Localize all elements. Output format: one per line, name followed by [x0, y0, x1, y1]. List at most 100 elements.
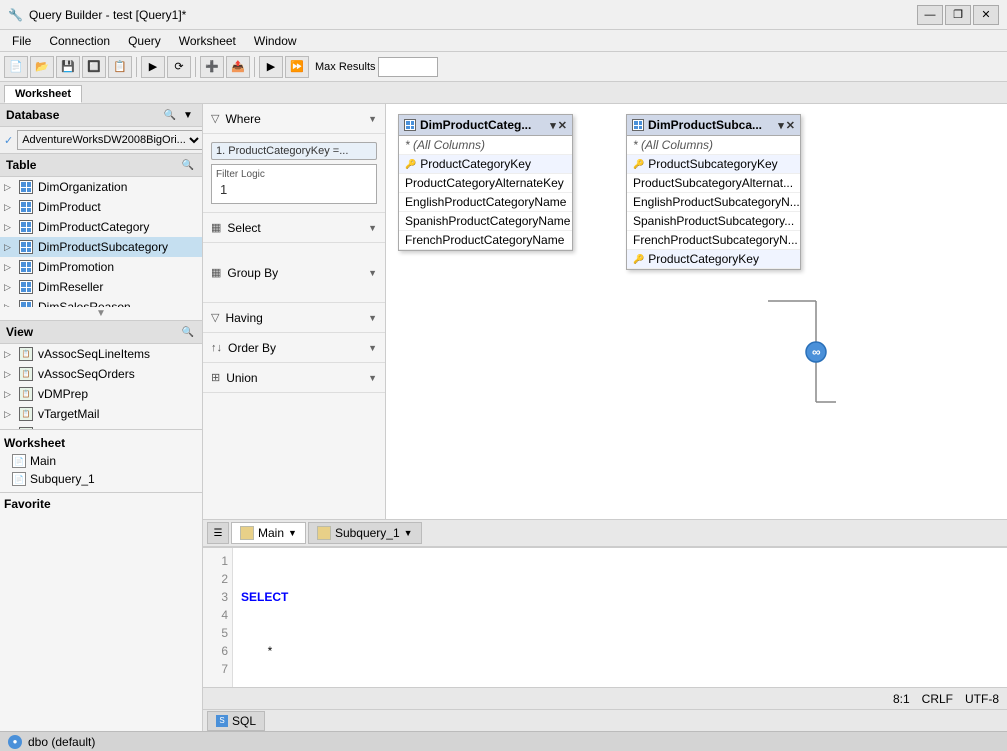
table-title-dimproductcategory: DimProductCateg...: [420, 118, 531, 132]
menu-connection[interactable]: Connection: [41, 32, 118, 50]
groupby-dropdown-icon[interactable]: ▼: [368, 268, 377, 278]
worksheet-item-subquery1[interactable]: 📄 Subquery_1: [4, 470, 198, 488]
toolbar-add-table[interactable]: ➕: [200, 56, 224, 78]
tab-worksheet[interactable]: Worksheet: [4, 85, 82, 103]
menu-window[interactable]: Window: [246, 32, 305, 50]
sql-text-area[interactable]: SELECT * FROM [AdventureWorksDW2008BigOr…: [233, 548, 1007, 687]
t1-frenchname[interactable]: FrenchProductCategoryName: [399, 231, 572, 250]
main-layout: Database 🔍 ▼ ✓ AdventureWorksDW2008BigOr…: [0, 104, 1007, 731]
view-item-vassocseqorders[interactable]: ▷ 📋 vAssocSeqOrders: [0, 364, 202, 384]
subquery-tab-dropdown[interactable]: ▼: [404, 528, 413, 538]
ws-name-subquery: Subquery_1: [30, 472, 95, 486]
t1-spanishname[interactable]: SpanishProductCategoryName: [399, 212, 572, 231]
select-dropdown-icon[interactable]: ▼: [368, 223, 377, 233]
t2-productsubcategorykey[interactable]: 🔑 ProductSubcategoryKey: [627, 155, 800, 174]
toolbar-exec[interactable]: ▶: [259, 56, 283, 78]
toolbar-new[interactable]: 📄: [4, 56, 28, 78]
table-header-dimproductcategory: DimProductCateg... ▾ ✕: [399, 115, 572, 136]
db-expand-icon[interactable]: ▼: [180, 107, 196, 123]
worksheet-header: Worksheet: [4, 434, 198, 452]
cursor-position: 8:1: [893, 692, 910, 706]
titlebar: 🔧 Query Builder - test [Query1]* — ❐ ✕: [0, 0, 1007, 30]
expand-arrow-v3: ▷: [4, 389, 14, 400]
view-item-vassocseqlineitems[interactable]: ▷ 📋 vAssocSeqLineItems: [0, 344, 202, 364]
toolbar-stop[interactable]: ⟳: [167, 56, 191, 78]
t1-alternatekey[interactable]: ProductCategoryAlternateKey: [399, 174, 572, 193]
table-item-dimproduct[interactable]: ▷ DimProduct: [0, 197, 202, 217]
worksheet-item-main[interactable]: 📄 Main: [4, 452, 198, 470]
toolbar: 📄 📂 💾 🔲 📋 ▶ ⟳ ➕ 📤 ▶ ⏩ Max Results: [0, 52, 1007, 82]
db-dropdown[interactable]: AdventureWorksDW2008BigOri...: [17, 130, 203, 150]
sql-footer-icon: S: [216, 715, 228, 727]
having-icon: ▽: [211, 311, 219, 324]
select-clause-item[interactable]: ▦ Select ▼: [203, 213, 385, 243]
menu-worksheet[interactable]: Worksheet: [171, 32, 244, 50]
table-item-dimproductsubcategory[interactable]: ▷ DimProductSubcategory: [0, 237, 202, 257]
max-results-input[interactable]: [378, 57, 438, 77]
restore-button[interactable]: ❐: [945, 5, 971, 25]
union-clause-item[interactable]: ⊞ Union ▼: [203, 363, 385, 393]
t1-englishname[interactable]: EnglishProductCategoryName: [399, 193, 572, 212]
table-item-dimsalesreason[interactable]: ▷ DimSalesReason: [0, 297, 202, 307]
where-dropdown-icon[interactable]: ▼: [368, 114, 377, 124]
table-item-dimorganization[interactable]: ▷ DimOrganization: [0, 177, 202, 197]
main-tab-dropdown[interactable]: ▼: [288, 528, 297, 538]
table-item-dimreseller[interactable]: ▷ DimReseller: [0, 277, 202, 297]
toolbar-btn4[interactable]: 🔲: [82, 56, 106, 78]
toolbar-remove-table[interactable]: 📤: [226, 56, 250, 78]
expand-arrow-dimproductsubcat: ▷: [4, 242, 14, 253]
t2-alternatekey[interactable]: ProductSubcategoryAlternat...: [627, 174, 800, 193]
toolbar-exec2[interactable]: ⏩: [285, 56, 309, 78]
toolbar-run[interactable]: ▶: [141, 56, 165, 78]
view-name-v1: vAssocSeqLineItems: [38, 347, 150, 361]
toolbar-open[interactable]: 📂: [30, 56, 54, 78]
t1-productcategorykey[interactable]: 🔑 ProductCategoryKey: [399, 155, 572, 174]
scroll-down-icon[interactable]: ▼: [96, 308, 106, 319]
t2-spanishname[interactable]: SpanishProductSubcategory...: [627, 212, 800, 231]
view-search-icon[interactable]: 🔍: [180, 324, 196, 340]
orderby-dropdown-icon[interactable]: ▼: [368, 343, 377, 353]
groupby-clause-item[interactable]: ▦ Group By ▼: [203, 243, 385, 303]
menu-query[interactable]: Query: [120, 32, 169, 50]
where-clause-item[interactable]: ▽ Where ▼: [203, 104, 385, 134]
close-button[interactable]: ✕: [973, 5, 999, 25]
sql-content: 1 2 3 4 5 6 7 SELECT * FROM [AdventureWo…: [203, 548, 1007, 687]
t2-all-columns: * (All Columns): [627, 136, 800, 155]
table-collapse-t1[interactable]: ▾: [550, 119, 556, 132]
t2-frenchname[interactable]: FrenchProductSubcategoryN...: [627, 231, 800, 250]
table-name-dimreseller: DimReseller: [38, 280, 103, 294]
table-item-dimproductcategory[interactable]: ▷ DimProductCategory: [0, 217, 202, 237]
tabbar: Worksheet: [0, 82, 1007, 104]
t2-productcategorykey-fk[interactable]: 🔑 ProductCategoryKey: [627, 250, 800, 269]
having-dropdown-icon[interactable]: ▼: [368, 313, 377, 323]
union-dropdown-icon[interactable]: ▼: [368, 373, 377, 383]
having-clause-item[interactable]: ▽ Having ▼: [203, 303, 385, 333]
view-section-header: View 🔍: [0, 321, 202, 344]
db-search-icon[interactable]: 🔍: [162, 107, 178, 123]
t2-englishname[interactable]: EnglishProductSubcategoryN...: [627, 193, 800, 212]
table-collapse-t2[interactable]: ▾: [778, 119, 784, 132]
table-search-icon[interactable]: 🔍: [180, 157, 196, 173]
view-item-vdmprep[interactable]: ▷ 📋 vDMPrep: [0, 384, 202, 404]
sql-list-icon[interactable]: ☰: [207, 522, 229, 544]
toolbar-btn5[interactable]: 📋: [108, 56, 132, 78]
table-close-t2[interactable]: ✕: [786, 119, 795, 132]
menubar: File Connection Query Worksheet Window: [0, 30, 1007, 52]
expand-arrow-v2: ▷: [4, 369, 14, 380]
table-close-t1[interactable]: ✕: [558, 119, 567, 132]
db-bottom-icon: ●: [8, 735, 22, 749]
view-item-vtargetmail[interactable]: ▷ 📋 vTargetMail: [0, 404, 202, 424]
toolbar-save[interactable]: 💾: [56, 56, 80, 78]
table-item-dimpromotion[interactable]: ▷ DimPromotion: [0, 257, 202, 277]
table-name-dimproduct: DimProduct: [38, 200, 101, 214]
view-icon-v1: 📋: [18, 346, 34, 362]
minimize-button[interactable]: —: [917, 5, 943, 25]
table-header-dimproductsubcategory: DimProductSubca... ▾ ✕: [627, 115, 800, 136]
left-panel: Database 🔍 ▼ ✓ AdventureWorksDW2008BigOr…: [0, 104, 203, 731]
sql-button[interactable]: S SQL: [207, 711, 265, 731]
sql-tab-main[interactable]: Main ▼: [231, 522, 306, 544]
menu-file[interactable]: File: [4, 32, 39, 50]
subquery-tab-icon: [317, 526, 331, 540]
sql-tab-subquery1[interactable]: Subquery_1 ▼: [308, 522, 422, 544]
orderby-clause-item[interactable]: ↑↓ Order By ▼: [203, 333, 385, 363]
